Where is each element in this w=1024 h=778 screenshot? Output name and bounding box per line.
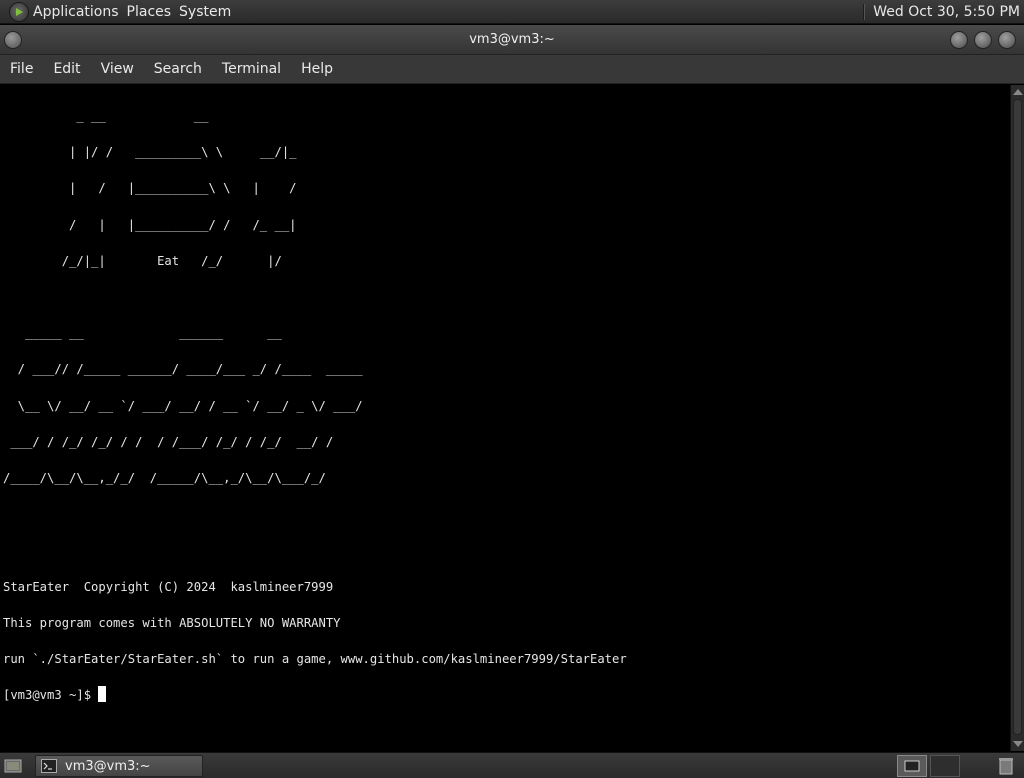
minimize-button[interactable] <box>950 31 968 49</box>
menu-help[interactable]: Help <box>291 61 343 77</box>
terminal-line: ​ <box>3 541 1010 559</box>
terminal-line: This program comes with ABSOLUTELY NO WA… <box>3 615 341 630</box>
terminal-line: run `./StarEater/StarEater.sh` to run a … <box>3 651 627 666</box>
clock[interactable]: Wed Oct 30, 5:50 PM <box>873 4 1020 20</box>
text-cursor <box>98 686 107 703</box>
terminal-line: StarEater Copyright (C) 2024 kaslmineer7… <box>3 579 334 594</box>
prompt-line[interactable]: [vm3@vm3 ~]$ <box>3 686 1010 704</box>
menu-file[interactable]: File <box>0 61 43 77</box>
terminal-line: ​ <box>3 505 1010 523</box>
places-menu[interactable]: Places <box>127 4 180 20</box>
terminal-line: | / |__________\ \ | / <box>3 181 297 196</box>
scroll-down-arrow-icon[interactable] <box>1013 741 1023 747</box>
workspace-switcher-1[interactable] <box>897 755 927 777</box>
shell-prompt: [vm3@vm3 ~]$ <box>3 688 99 703</box>
show-desktop-icon[interactable] <box>3 756 23 776</box>
menu-edit[interactable]: Edit <box>43 61 90 77</box>
terminal-line: _____ __ ______ __ <box>3 326 282 341</box>
terminal-line: /____/\__/\__,_/_/ /_____/\__,_/\__/\___… <box>3 470 326 485</box>
terminal-line: ​ <box>3 288 1010 306</box>
terminal-line: | |/ / _________\ \ __/|_ <box>3 145 297 160</box>
terminal-line: \__ \/ __/ __ `/ ___/ __/ / __ `/ __/ _ … <box>3 398 363 413</box>
terminal-output: _ __ __ | |/ / _________\ \ __/|_ | / |_… <box>3 89 1010 740</box>
maximize-button[interactable] <box>974 31 992 49</box>
applications-menu[interactable]: Applications <box>33 4 127 20</box>
panel-separator <box>863 3 866 20</box>
trash-icon[interactable] <box>997 756 1015 776</box>
terminal-line: / ___// /_____ ______/ ____/___ _/ /____… <box>3 362 363 377</box>
terminal-icon <box>41 759 57 773</box>
top-panel: Applications Places System Wed Oct 30, 5… <box>0 0 1024 24</box>
close-button[interactable] <box>998 31 1016 49</box>
taskbar-label: vm3@vm3:~ <box>65 758 151 774</box>
menu-search[interactable]: Search <box>144 61 212 77</box>
menu-terminal[interactable]: Terminal <box>212 61 291 77</box>
terminal-menubar: File Edit View Search Terminal Help <box>0 55 1024 84</box>
scroll-up-arrow-icon[interactable] <box>1013 89 1023 95</box>
terminal-line: ___/ / /_/ /_/ / / / /___/ /_/ / /_/ __/… <box>3 434 334 449</box>
terminal-area[interactable]: _ __ __ | |/ / _________\ \ __/|_ | / |_… <box>0 85 1010 751</box>
system-menu[interactable]: System <box>179 4 239 20</box>
bottom-panel: vm3@vm3:~ <box>0 752 1024 778</box>
window-titlebar[interactable]: vm3@vm3:~ <box>0 25 1024 55</box>
terminal-line: /_/|_| Eat /_/ |/ <box>3 253 282 268</box>
workspace-switcher-2[interactable] <box>930 755 960 777</box>
gnome-foot-icon[interactable] <box>9 1 29 22</box>
menu-view[interactable]: View <box>91 61 144 77</box>
terminal-line: / | |__________/ / /_ __| <box>3 217 297 232</box>
terminal-line: _ __ __ <box>3 109 209 124</box>
terminal-scrollbar[interactable] <box>1010 85 1024 751</box>
taskbar-terminal-button[interactable]: vm3@vm3:~ <box>35 755 203 777</box>
scroll-thumb[interactable] <box>1013 99 1022 735</box>
window-title: vm3@vm3:~ <box>469 32 555 47</box>
